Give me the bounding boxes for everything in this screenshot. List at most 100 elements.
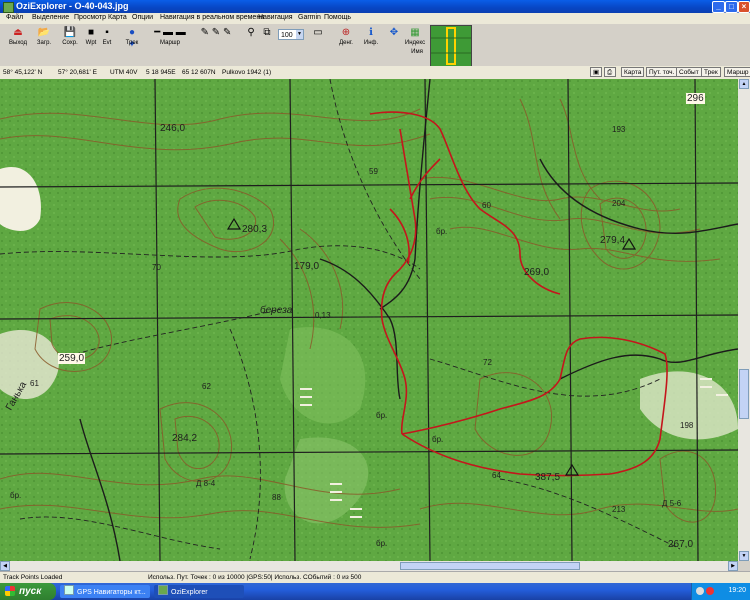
elevation-198: 198 [680,421,694,430]
zoom-tool-button[interactable]: ⧉ [260,27,274,49]
tab-track[interactable]: Трек [701,67,721,77]
label-br-4: бр. [10,491,22,500]
datum: Pulkovo 1942 (1) [222,69,272,76]
elevation-269: 269,0 [524,267,550,278]
index-button[interactable]: ▦ Индекс [404,27,426,49]
elevation-259: 259,0 [58,353,86,364]
exit-button[interactable]: ⏏ Выход [6,27,30,49]
elevation-280: 280,3 [242,224,268,235]
elevation-284: 284,2 [172,433,198,444]
waypoint-icon: ■ [87,27,95,38]
arrows-icon: ✥ [389,27,399,38]
menu-options[interactable]: Опции [132,14,153,21]
tab-map[interactable]: Карта [621,67,645,77]
toolbar: ⏏ Выход 📂 Загр. 💾 Сохр. ■ Wpt ▪ Evt ● ✦ … [0,24,750,67]
clock: 19:20 [728,587,746,594]
elevation-60a: 60 [482,201,491,210]
save-button[interactable]: 💾 Сохр. [58,27,82,49]
elevation-72: 72 [483,358,492,367]
elevation-61: 61 [30,379,39,388]
vertical-scrollbar[interactable]: ▲ ▼ [738,79,750,561]
close-button[interactable]: × [738,1,750,13]
event-button[interactable]: ▪ Evt [100,27,114,49]
coordinate-bar: 58° 45,122' N 57° 20,681' E UTM 40V 5 18… [0,66,750,80]
load-icon: 📂 [37,27,51,38]
scroll-right-icon[interactable]: ▶ [728,561,738,571]
easting: 5 18 945E [146,69,176,76]
start-button[interactable]: пуск [0,583,56,600]
maximize-button[interactable]: □ [725,1,738,13]
route-tools[interactable]: ━ ▬ ▬ Маршр [150,27,190,49]
zoom-in-button[interactable]: ⚲ [244,27,258,49]
screen-icon: ▭ [313,27,323,38]
route-icon: ━ ▬ ▬ [154,27,186,38]
browser-icon [64,585,74,595]
zoom-select[interactable]: 100 ▼ [278,29,304,40]
minimize-button[interactable]: _ [712,1,725,13]
elevation-64: 64 [492,471,501,480]
menu-garmin[interactable]: Garmin [298,14,321,21]
network-icon[interactable] [696,587,704,595]
elevation-88: 88 [272,493,281,502]
chevron-down-icon: ▼ [296,30,303,39]
info-icon: ℹ [369,27,373,38]
label-dot-5: Д 8-4 [196,479,216,488]
tab-route[interactable]: Маршр [724,67,750,77]
menu-realtime-nav[interactable]: Навигация в реальном времени [160,14,264,21]
menu-view[interactable]: Просмотр [74,14,106,21]
status-counts: Использ. Пут. Точек : 0 из 10000 |GPS:50… [148,574,362,581]
menu-help[interactable]: Помощь [324,14,351,21]
menu-selection[interactable]: Выделение [32,14,69,21]
longitude: 57° 20,681' E [58,69,97,76]
title-bar: OziExplorer - O-40-043.jpg _ □ × [0,0,750,13]
elevation-296: 296 [686,93,705,104]
label-bereza-num: 0,13 [315,311,331,320]
pan-control[interactable]: ✥ [384,27,404,49]
index-icon: ▦ [410,27,420,38]
menu-navigation[interactable]: Навигация [258,14,293,21]
tab-waypoints[interactable]: Пут. точ. [646,67,678,77]
elevation-279: 279,4 [600,235,626,246]
elevation-246: 246,0 [160,123,186,134]
horizontal-scroll-thumb[interactable] [400,562,580,570]
label-br-1: бр. [436,227,448,236]
volume-icon[interactable] [706,587,714,595]
move-button[interactable]: ⊕ Денг. [334,27,358,49]
waypoint-button[interactable]: ■ Wpt [84,27,98,49]
app-icon [3,2,14,13]
elevation-62: 62 [202,382,211,391]
menu-file[interactable]: Файл [6,14,23,21]
vertical-scroll-thumb[interactable] [739,369,749,419]
elevation-59: 59 [369,167,378,176]
scroll-left-icon[interactable]: ◀ [0,561,10,571]
tab-events[interactable]: Событ [676,67,702,77]
menu-map[interactable]: Карта [108,14,127,21]
exit-icon: ⏏ [13,27,23,38]
window-title: OziExplorer - O-40-043.jpg [16,1,129,11]
info-button[interactable]: ℹ Инф. [360,27,382,49]
elevation-213: 213 [612,505,626,514]
screen-icon[interactable]: ▣ [590,67,602,77]
elevation-70: 70 [152,263,161,272]
draw-tools[interactable]: ✎ ✎ ✎ [196,27,236,49]
taskbar-window-oziexplorer[interactable]: OziExplorer [154,585,244,598]
elevation-387: 387,5 [535,472,561,483]
system-tray: 19:20 [691,583,750,600]
scroll-up-icon[interactable]: ▲ [739,79,749,89]
utm-zone: UTM 40V [110,69,138,76]
copy-icon: ⧉ [263,27,271,38]
overview-map[interactable] [430,25,472,67]
print-icon[interactable]: ⎙ [604,67,616,77]
track-tools[interactable]: ● ✦ Трек [118,27,146,50]
topographic-map[interactable]: 296 246,0 193 59 204 280,3 60 бр. 279,4 … [0,79,738,561]
windows-logo-icon [5,586,15,596]
label-br-5: бр. [376,539,388,548]
scroll-down-icon[interactable]: ▼ [739,551,749,561]
load-button[interactable]: 📂 Загр. [32,27,56,49]
taskbar-window-browser[interactable]: GPS Навигаторы кт... [60,585,150,598]
options-button[interactable]: ▭ [308,27,328,49]
label-bereza: береза [260,305,293,316]
overview-map-image [431,26,471,66]
move-icon: ⊕ [341,27,351,38]
horizontal-scrollbar[interactable]: ◀ ▶ [0,561,738,571]
